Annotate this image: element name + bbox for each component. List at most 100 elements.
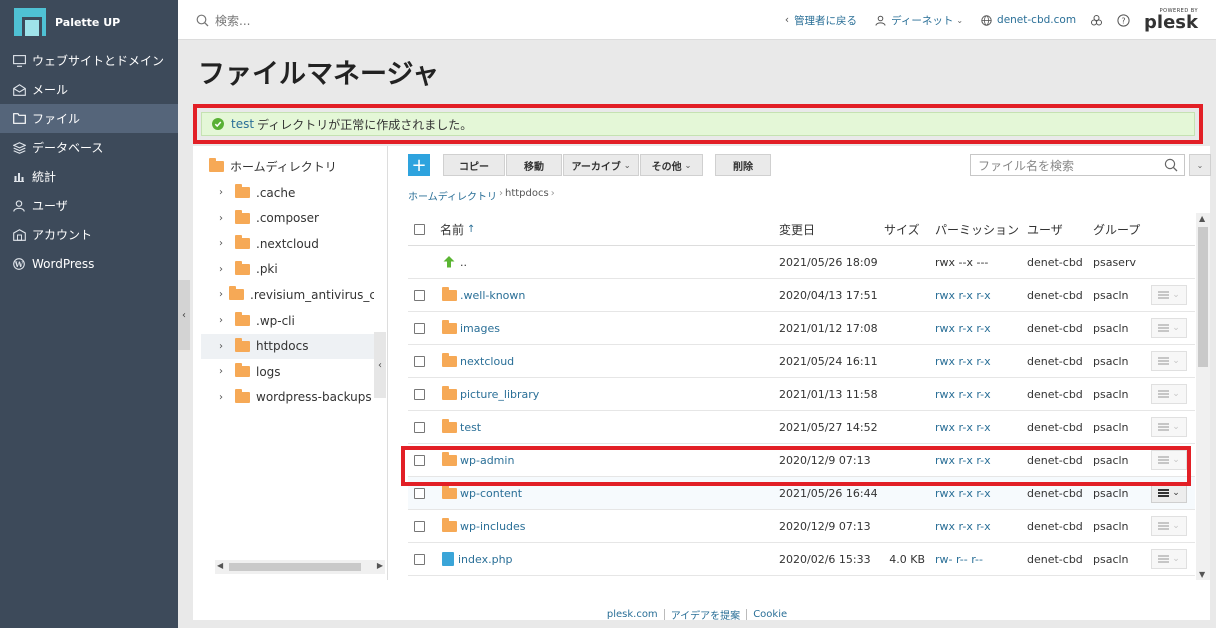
table-row[interactable]: nextcloud 2021/05/24 16:11 rwx r-x r-x dene… — [408, 345, 1195, 378]
tree-item[interactable]: › wordpress-backups — [201, 385, 374, 410]
chevron-right-icon[interactable]: › — [219, 366, 229, 377]
select-all-checkbox[interactable] — [414, 223, 425, 235]
row-actions-button[interactable]: ⌄ — [1151, 384, 1187, 404]
header-date[interactable]: 変更日 — [779, 221, 884, 238]
table-row[interactable]: index.php 2020/02/6 15:33 4.0 KB rw- r-- r-… — [408, 543, 1195, 576]
file-permission[interactable]: rwx r-x r-x — [935, 454, 991, 467]
header-group[interactable]: グループ — [1093, 221, 1151, 238]
file-permission[interactable]: rwx r-x r-x — [935, 421, 991, 434]
scroll-right-icon[interactable]: ▶ — [377, 561, 383, 570]
breadcrumb-home[interactable]: ホームディレクトリ — [408, 188, 497, 203]
table-row[interactable]: images 2021/01/12 17:08 rwx r-x r-x denet-c… — [408, 312, 1195, 345]
sidebar-item-3[interactable]: データベース — [0, 133, 178, 162]
header-permission[interactable]: パーミッション — [935, 221, 1027, 238]
chevron-right-icon[interactable]: › — [219, 392, 229, 403]
delete-button[interactable]: 削除 — [715, 154, 771, 176]
header-user[interactable]: ユーザ — [1027, 221, 1093, 238]
scroll-left-icon[interactable]: ◀ — [217, 561, 223, 570]
breadcrumb-current[interactable]: httpdocs — [505, 188, 549, 203]
footer-cookie-link[interactable]: Cookie — [753, 609, 787, 620]
tree-item[interactable]: › .revisium_antivirus_cache — [201, 282, 374, 307]
row-actions-button[interactable]: ⌄ — [1151, 318, 1187, 338]
sidebar-item-7[interactable]: W WordPress — [0, 249, 178, 278]
file-name[interactable]: nextcloud — [460, 355, 514, 368]
file-permission[interactable]: rwx r-x r-x — [935, 520, 991, 533]
file-name[interactable]: index.php — [458, 553, 513, 566]
file-name[interactable]: .well-known — [460, 289, 525, 302]
global-search-input[interactable]: 検索... — [196, 12, 250, 29]
sidebar-collapse-toggle[interactable]: ‹ — [178, 280, 190, 350]
row-checkbox[interactable] — [414, 289, 425, 301]
tree-item[interactable]: › logs — [201, 359, 374, 384]
row-actions-button[interactable]: ⌄ — [1151, 417, 1187, 437]
row-checkbox[interactable] — [414, 421, 425, 433]
file-permission[interactable]: rwx r-x r-x — [935, 487, 991, 500]
file-permission[interactable]: rwx r-x r-x — [935, 388, 991, 401]
footer-idea-link[interactable]: アイデアを提案 — [671, 607, 741, 622]
sidebar-item-6[interactable]: アカウント — [0, 220, 178, 249]
row-checkbox[interactable] — [414, 355, 425, 367]
other-button[interactable]: その他 ⌄ — [640, 154, 703, 176]
tree-item[interactable]: › .pki — [201, 257, 374, 282]
row-actions-button[interactable]: ⌄ — [1151, 483, 1187, 503]
tree-horizontal-scrollbar[interactable]: ◀ ▶ — [215, 560, 385, 574]
row-checkbox[interactable] — [414, 553, 425, 565]
brand[interactable]: Palette UP — [0, 0, 178, 44]
file-permission[interactable]: rw- r-- r-- — [935, 553, 983, 566]
search-options-button[interactable]: ⌄ — [1189, 154, 1211, 176]
table-row[interactable]: wp-includes 2020/12/9 07:13 rwx r-x r-x den… — [408, 510, 1195, 543]
chevron-right-icon[interactable]: › — [219, 187, 229, 198]
alert-folder-link[interactable]: test — [231, 117, 254, 131]
tree-root[interactable]: ホームディレクトリ — [209, 158, 337, 175]
footer-plesk-link[interactable]: plesk.com — [607, 609, 658, 620]
file-permission[interactable]: rwx r-x r-x — [935, 355, 991, 368]
scroll-up-icon[interactable]: ▲ — [1199, 214, 1205, 223]
table-row[interactable]: .. 2021/05/26 18:09 rwx --x --- denet-cbd ps… — [408, 246, 1195, 279]
file-name[interactable]: picture_library — [460, 388, 539, 401]
file-permission[interactable]: rwx r-x r-x — [935, 322, 991, 335]
sidebar-item-1[interactable]: メール — [0, 75, 178, 104]
header-size[interactable]: サイズ — [884, 221, 935, 238]
archive-button[interactable]: アーカイブ ⌄ — [563, 154, 639, 176]
table-row[interactable]: test 2021/05/27 14:52 rwx r-x r-x denet-cbd… — [408, 411, 1195, 444]
row-checkbox[interactable] — [414, 322, 425, 334]
row-checkbox[interactable] — [414, 454, 425, 466]
file-name[interactable]: images — [460, 322, 500, 335]
add-button[interactable]: + — [408, 154, 430, 176]
move-button[interactable]: 移動 — [506, 154, 562, 176]
file-name[interactable]: wp-admin — [460, 454, 514, 467]
chevron-right-icon[interactable]: › — [219, 289, 223, 300]
row-checkbox[interactable] — [414, 388, 425, 400]
header-name[interactable]: 名前 ↑ — [440, 221, 779, 238]
scrollbar-thumb[interactable] — [229, 563, 361, 571]
row-actions-button[interactable]: ⌄ — [1151, 516, 1187, 536]
tree-item[interactable]: › httpdocs — [201, 333, 374, 359]
sidebar-item-2[interactable]: ファイル — [0, 104, 178, 133]
tree-item[interactable]: › .composer — [201, 206, 374, 231]
row-actions-button[interactable]: ⌄ — [1151, 285, 1187, 305]
domain-link[interactable]: denet-cbd.com — [981, 14, 1076, 26]
tree-collapse-toggle[interactable]: ‹ — [374, 332, 386, 398]
row-checkbox[interactable] — [414, 520, 425, 532]
sidebar-item-0[interactable]: ウェブサイトとドメイン — [0, 46, 178, 75]
row-checkbox[interactable] — [414, 487, 425, 499]
chevron-right-icon[interactable]: › — [219, 213, 229, 224]
file-name[interactable]: wp-content — [460, 487, 522, 500]
tree-item[interactable]: › .nextcloud — [201, 231, 374, 256]
row-actions-button[interactable]: ⌄ — [1151, 351, 1187, 371]
file-name[interactable]: wp-includes — [460, 520, 526, 533]
row-actions-button[interactable]: ⌄ — [1151, 450, 1187, 470]
chevron-right-icon[interactable]: › — [219, 341, 229, 352]
scroll-down-icon[interactable]: ▼ — [1199, 570, 1205, 579]
file-search-input[interactable]: ファイル名を検索 — [970, 154, 1185, 176]
chevron-right-icon[interactable]: › — [219, 264, 229, 275]
chevron-right-icon[interactable]: › — [219, 238, 229, 249]
file-permission[interactable]: rwx r-x r-x — [935, 289, 991, 302]
tree-item[interactable]: › .wp-cli — [201, 308, 374, 333]
tree-item[interactable]: › .cache — [201, 180, 374, 205]
table-row[interactable]: .well-known 2020/04/13 17:51 rwx r-x r-x de… — [408, 279, 1195, 312]
sidebar-item-5[interactable]: ユーザ — [0, 191, 178, 220]
extensions-icon[interactable] — [1090, 14, 1103, 27]
file-name[interactable]: .. — [460, 256, 467, 269]
scrollbar-thumb[interactable] — [1198, 227, 1208, 367]
